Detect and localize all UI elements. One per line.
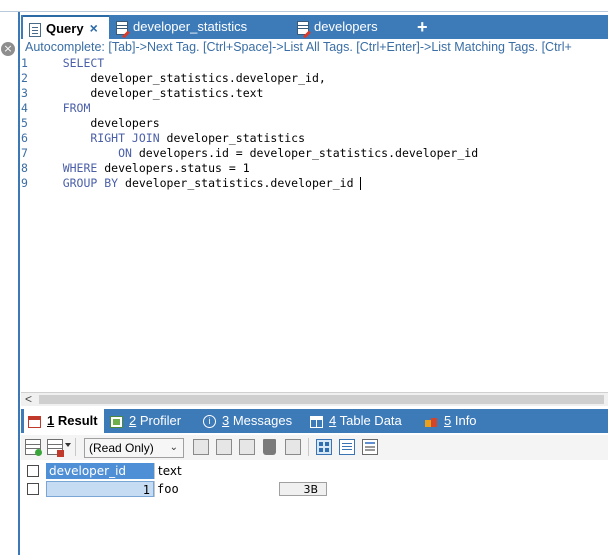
cell-developer-id[interactable]: 1 xyxy=(46,481,154,497)
text-cursor xyxy=(360,177,362,190)
add-tab-button[interactable]: + xyxy=(417,15,428,39)
editor-line: 4 FROM xyxy=(21,101,90,116)
tab-table-data-label: Table Data xyxy=(336,413,402,428)
tab-developer-statistics[interactable]: developer_statistics xyxy=(114,15,247,39)
sql-text: developers xyxy=(35,116,160,130)
scrollbar-thumb[interactable] xyxy=(39,395,604,404)
read-only-select[interactable]: (Read Only) ⌄ xyxy=(84,438,184,458)
sql-editor[interactable]: 1 SELECT 2 developer_statistics.develope… xyxy=(21,54,608,392)
table-edit-icon xyxy=(297,20,309,35)
delete-icon[interactable] xyxy=(263,439,276,455)
editor-line: 3 developer_statistics.text xyxy=(21,86,263,101)
line-number: 6 xyxy=(21,131,28,145)
result-tab-bar: 1 Result 2 Profiler i3 Messages 4 Table … xyxy=(21,409,608,433)
chevron-down-icon: ⌄ xyxy=(169,442,178,453)
result-grid-icon xyxy=(28,415,41,428)
sql-text: developer_statistics xyxy=(159,131,306,145)
sql-text: developer_statistics.text xyxy=(35,86,264,100)
tab-profiler[interactable]: 2 Profiler xyxy=(110,409,181,433)
left-panel-edge xyxy=(0,12,20,555)
toolbar-divider xyxy=(75,438,76,456)
line-number: 5 xyxy=(21,116,28,130)
row-checkbox[interactable] xyxy=(27,483,39,495)
sql-keyword: ON xyxy=(35,146,132,160)
tab-result-label: Result xyxy=(54,413,98,428)
sql-keyword: WHERE xyxy=(35,161,98,175)
toolbar-divider xyxy=(308,438,309,456)
column-header-text[interactable]: text xyxy=(154,463,329,479)
tab-info[interactable]: 5 Info xyxy=(425,409,477,433)
query-tab-bar: Query × developer_statistics developers + xyxy=(21,15,608,39)
close-tab-icon[interactable]: × xyxy=(90,20,98,36)
sql-keyword: SELECT xyxy=(35,56,105,70)
tab-developers-label: developers xyxy=(314,19,378,34)
select-all-checkbox[interactable] xyxy=(27,465,39,477)
autocomplete-hint: Autocomplete: [Tab]->Next Tag. [Ctrl+Spa… xyxy=(25,40,572,54)
line-number: 1 xyxy=(21,56,28,70)
sql-keyword: FROM xyxy=(35,101,91,115)
close-autocomplete-icon[interactable]: × xyxy=(1,42,15,56)
text-view-icon[interactable] xyxy=(362,439,378,455)
editor-line: 6 RIGHT JOIN developer_statistics xyxy=(21,131,305,146)
column-header-developer-id[interactable]: developer_id xyxy=(46,463,154,479)
sql-keyword: GROUP BY xyxy=(35,176,119,190)
scroll-left-arrow[interactable]: < xyxy=(25,392,32,406)
export-grid-icon[interactable] xyxy=(25,439,42,456)
form-view-icon[interactable] xyxy=(339,439,355,455)
copy-row-icon[interactable] xyxy=(216,439,232,455)
sql-text: developers.status = 1 xyxy=(97,161,250,175)
tab-developer-statistics-label: developer_statistics xyxy=(133,19,248,34)
editor-line: 9 GROUP BY developer_statistics.develope… xyxy=(21,176,362,191)
tab-messages-label: Messages xyxy=(229,413,293,428)
tab-query-label: Query xyxy=(46,21,84,36)
line-number: 8 xyxy=(21,161,28,175)
table-data-icon xyxy=(310,415,323,428)
dropdown-caret-icon[interactable] xyxy=(65,443,71,447)
line-number: 4 xyxy=(21,101,28,115)
editor-line: 1 SELECT xyxy=(21,56,104,71)
tab-profiler-label: Profiler xyxy=(136,413,182,428)
refresh-icon[interactable] xyxy=(285,439,301,455)
profiler-icon xyxy=(110,415,123,428)
save-icon[interactable] xyxy=(239,439,255,455)
result-grid: developer_id text 1 foo 3B xyxy=(21,460,608,555)
editor-horizontal-scrollbar[interactable]: < xyxy=(21,392,608,406)
tab-messages[interactable]: i3 Messages xyxy=(203,409,292,433)
window-top-strip xyxy=(0,0,608,12)
tab-result[interactable]: 1 Result xyxy=(24,409,104,433)
blob-size-badge[interactable]: 3B xyxy=(279,482,327,496)
editor-line: 5 developers xyxy=(21,116,160,131)
line-number: 7 xyxy=(21,146,28,160)
line-number: 3 xyxy=(21,86,28,100)
filter-icon[interactable] xyxy=(193,439,209,455)
grid-view-icon[interactable] xyxy=(316,439,332,455)
query-doc-icon xyxy=(29,22,41,37)
line-number: 9 xyxy=(21,176,28,190)
editor-line: 7 ON developers.id = developer_statistic… xyxy=(21,146,478,161)
sql-keyword: RIGHT JOIN xyxy=(35,131,160,145)
tab-query[interactable]: Query × xyxy=(23,15,109,39)
editor-line: 2 developer_statistics.developer_id, xyxy=(21,71,326,86)
tab-table-data[interactable]: 4 Table Data xyxy=(310,409,402,433)
tab-developers[interactable]: developers xyxy=(295,15,378,39)
sql-text: developers.id = developer_statistics.dev… xyxy=(131,146,479,160)
sql-text: developer_statistics.developer_id xyxy=(118,176,361,190)
line-number: 2 xyxy=(21,71,28,85)
read-only-select-value: (Read Only) xyxy=(89,441,154,455)
sql-text: developer_statistics.developer_id, xyxy=(35,71,326,85)
tab-info-label: Info xyxy=(451,413,477,428)
info-boxes-icon xyxy=(425,416,438,428)
grid-options-icon[interactable] xyxy=(47,439,64,457)
editor-line: 8 WHERE developers.status = 1 xyxy=(21,161,250,176)
info-icon: i xyxy=(203,415,216,429)
table-edit-icon xyxy=(116,20,128,35)
